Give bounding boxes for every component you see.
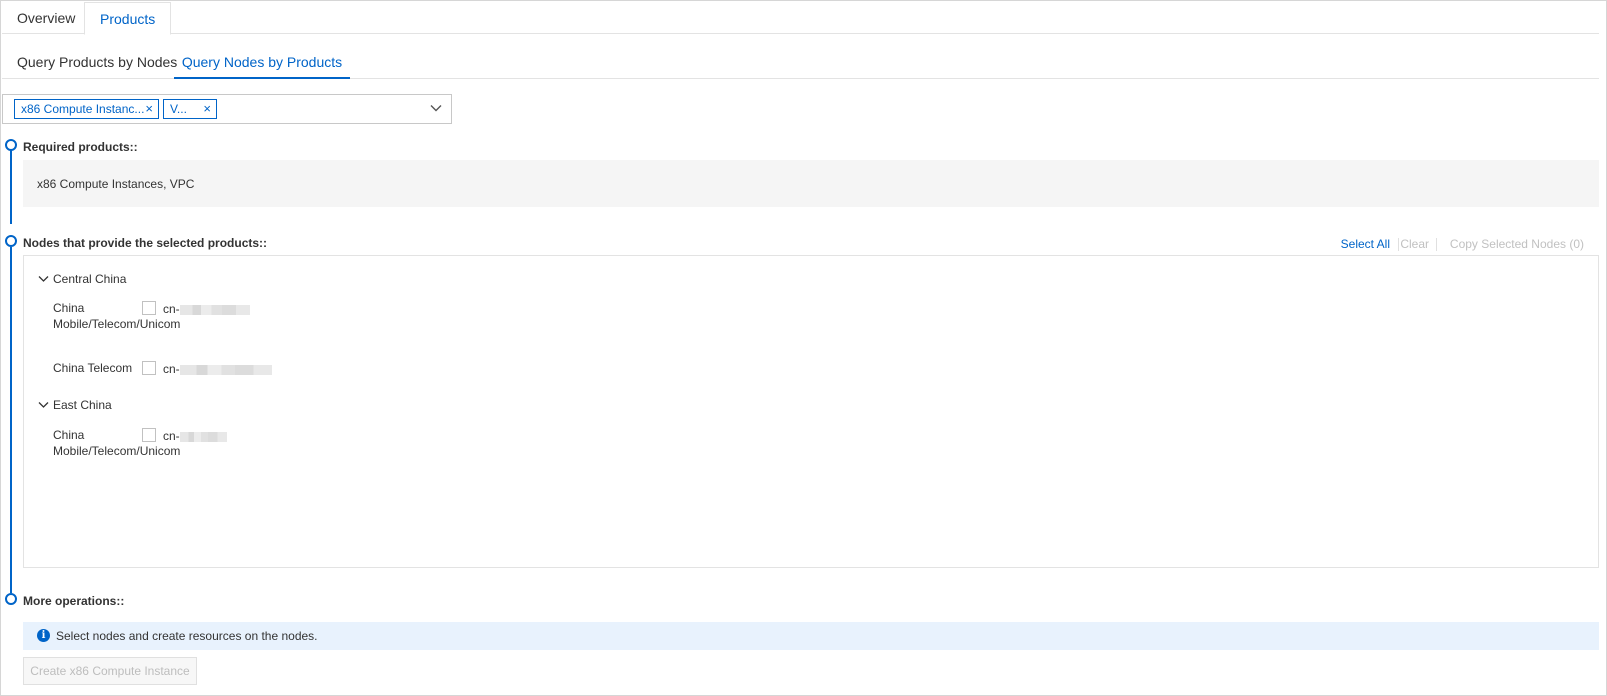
node-id-prefix: cn-: [163, 362, 180, 376]
select-all-link[interactable]: Select All: [1341, 237, 1390, 251]
product-tag: V... ×: [163, 99, 217, 119]
node-checkbox[interactable]: [142, 301, 156, 315]
step-marker-icon: [5, 139, 17, 151]
step-title-nodes: Nodes that provide the selected products…: [23, 236, 268, 250]
divider: [1436, 238, 1437, 251]
node-label[interactable]: cn-: [163, 362, 272, 376]
product-tag: x86 Compute Instanc... ×: [14, 99, 159, 119]
node-label[interactable]: cn-: [163, 302, 250, 316]
copy-selected-nodes-link[interactable]: Copy Selected Nodes (0): [1450, 237, 1584, 251]
region-name: East China: [53, 398, 112, 412]
step-title-more-operations: More operations::: [23, 594, 125, 608]
page-frame: Overview Products Query Products by Node…: [0, 0, 1607, 696]
isp-label: China Mobile/Telecom/Unicom: [53, 301, 181, 331]
remove-tag-icon[interactable]: ×: [145, 100, 153, 118]
region-name: Central China: [53, 272, 127, 286]
top-tab-bar: Overview Products: [2, 2, 1599, 35]
redacted-node-id: [179, 431, 227, 442]
node-checkbox[interactable]: [142, 361, 156, 375]
step-title-required: Required products::: [23, 140, 138, 154]
chevron-down-icon: [38, 402, 49, 408]
chevron-down-icon: [38, 276, 49, 282]
step-marker-icon: [5, 235, 17, 247]
required-products-value: x86 Compute Instances, VPC: [37, 177, 195, 191]
isp-label: China Telecom: [53, 361, 133, 375]
tab-query-products-by-nodes[interactable]: Query Products by Nodes: [17, 47, 177, 79]
redacted-node-id: [179, 304, 250, 315]
sub-tab-bar: Query Products by Nodes Query Nodes by P…: [2, 47, 1599, 79]
isp-label: China Mobile/Telecom/Unicom: [53, 428, 181, 458]
remove-tag-icon[interactable]: ×: [203, 100, 211, 118]
node-checkbox[interactable]: [142, 428, 156, 442]
timeline-connector: [10, 150, 12, 224]
tab-products[interactable]: Products: [84, 2, 172, 35]
product-multiselect[interactable]: x86 Compute Instanc... × V... ×: [2, 94, 452, 124]
node-label[interactable]: cn-: [163, 429, 227, 443]
clear-link[interactable]: Clear: [1400, 237, 1429, 251]
product-tag-label: V...: [170, 102, 187, 116]
node-id-prefix: cn-: [163, 302, 180, 316]
product-tag-label: x86 Compute Instanc...: [21, 102, 145, 116]
divider: [1398, 238, 1399, 251]
info-banner: i Select nodes and create resources on t…: [23, 622, 1599, 650]
step-marker-icon: [5, 593, 17, 605]
tab-query-nodes-by-products[interactable]: Query Nodes by Products: [174, 47, 350, 79]
node-id-prefix: cn-: [163, 429, 180, 443]
create-x86-compute-instance-button[interactable]: Create x86 Compute Instance: [23, 657, 197, 685]
info-icon: i: [37, 629, 50, 642]
chevron-down-icon[interactable]: [429, 101, 443, 115]
timeline-connector: [10, 247, 12, 593]
required-products-box: x86 Compute Instances, VPC: [23, 160, 1599, 207]
info-text: Select nodes and create resources on the…: [56, 629, 318, 643]
redacted-node-id: [179, 364, 272, 375]
tab-overview[interactable]: Overview: [2, 2, 90, 34]
nodes-panel: Central China China Mobile/Telecom/Unico…: [23, 255, 1599, 568]
